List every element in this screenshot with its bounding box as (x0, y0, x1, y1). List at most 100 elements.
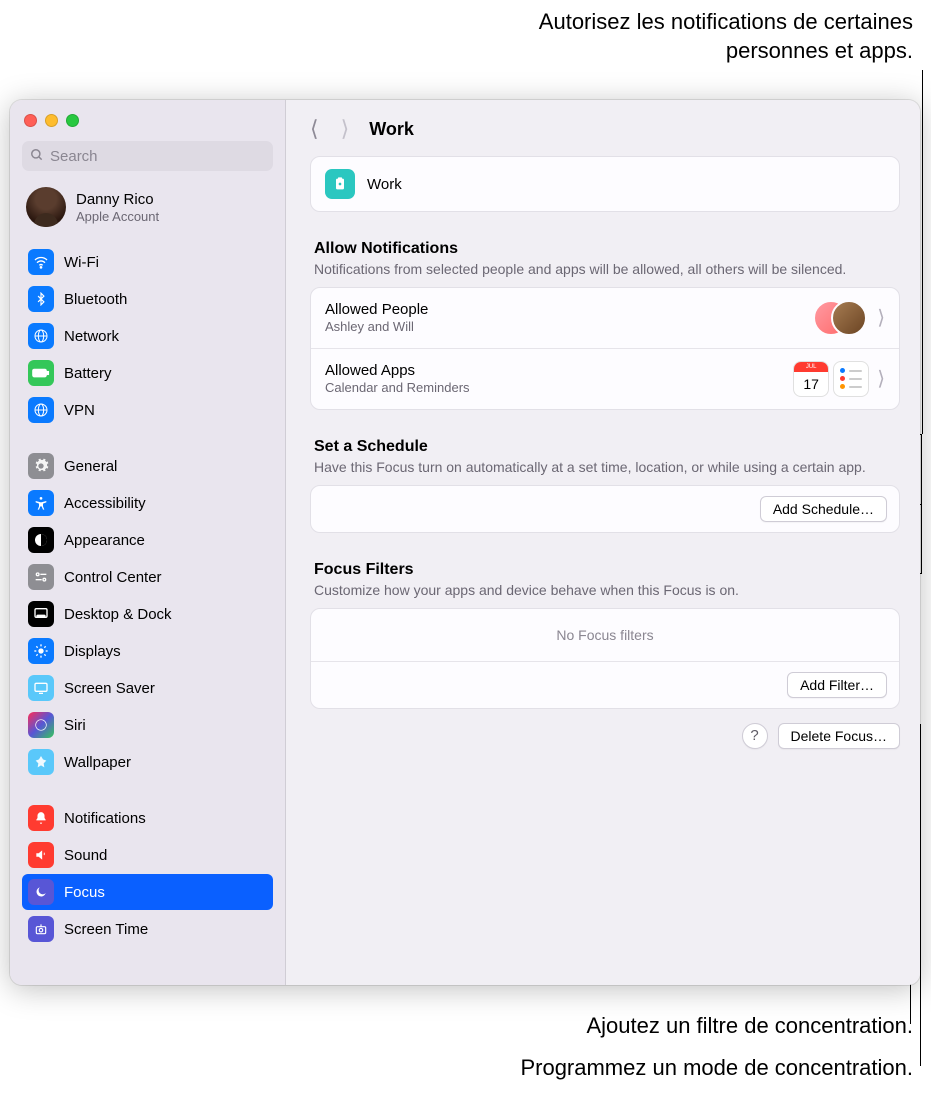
sidebar-item-battery[interactable]: Battery (22, 355, 273, 391)
allow-title: Allow Notifications (314, 240, 896, 258)
back-button[interactable]: ⟨ (310, 116, 319, 142)
allowed-apps-row[interactable]: Allowed Apps Calendar and Reminders JUL … (311, 349, 899, 409)
search-input[interactable]: Search (22, 141, 273, 171)
sidebar-item-displays[interactable]: Displays (22, 633, 273, 669)
sidebar-label: Network (64, 328, 119, 345)
calendar-icon: JUL 17 (793, 361, 829, 397)
schedule-desc: Have this Focus turn on automatically at… (314, 458, 896, 477)
header: ⟨ ⟩ Work (310, 112, 900, 142)
focus-icon (28, 879, 54, 905)
sidebar-item-control-center[interactable]: Control Center (22, 559, 273, 595)
allowed-apps-title: Allowed Apps (325, 362, 793, 379)
sidebar-label: Desktop & Dock (64, 606, 172, 623)
control-center-icon (28, 564, 54, 590)
sidebar-label: Focus (64, 884, 105, 901)
allowed-apps-subtitle: Calendar and Reminders (325, 380, 793, 395)
reminders-icon (833, 361, 869, 397)
sidebar-label: Screen Saver (64, 680, 155, 697)
settings-window: Search Danny Rico Apple Account Wi-Fi Bl… (10, 100, 920, 985)
footer-row: ? Delete Focus… (310, 723, 900, 749)
sidebar-item-desktop-dock[interactable]: Desktop & Dock (22, 596, 273, 632)
sidebar-item-notifications[interactable]: Notifications (22, 800, 273, 836)
battery-icon (28, 360, 54, 386)
zoom-button[interactable] (66, 114, 79, 127)
people-avatars (813, 300, 869, 336)
bluetooth-icon (28, 286, 54, 312)
sidebar-group-2: General Accessibility Appearance Control… (10, 445, 285, 783)
sidebar-group-3: Notifications Sound Focus Screen Time (10, 797, 285, 950)
sidebar-item-focus[interactable]: Focus (22, 874, 273, 910)
sidebar-item-screen-saver[interactable]: Screen Saver (22, 670, 273, 706)
wallpaper-icon (28, 749, 54, 775)
allowed-people-row[interactable]: Allowed People Ashley and Will ⟩ (311, 288, 899, 349)
sidebar-label: VPN (64, 402, 95, 419)
page-title: Work (369, 119, 414, 140)
sidebar-label: Sound (64, 847, 107, 864)
window-controls (10, 100, 285, 137)
sidebar-group-1: Wi-Fi Bluetooth Network Battery (10, 241, 285, 431)
profile-name: Danny Rico (76, 191, 159, 209)
content-pane: ⟨ ⟩ Work Work Allow Notifications Notifi… (286, 100, 920, 985)
allow-section-head: Allow Notifications Notifications from s… (314, 240, 896, 279)
schedule-card: Add Schedule… (310, 485, 900, 533)
focus-name: Work (367, 176, 402, 193)
add-schedule-button[interactable]: Add Schedule… (760, 496, 887, 522)
search-icon (30, 148, 44, 165)
siri-icon (28, 712, 54, 738)
sidebar-label: Appearance (64, 532, 145, 549)
sidebar-item-wifi[interactable]: Wi-Fi (22, 244, 273, 280)
forward-button[interactable]: ⟩ (341, 116, 350, 142)
sidebar-label: Battery (64, 365, 112, 382)
wifi-icon (28, 249, 54, 275)
chevron-right-icon: ⟩ (877, 366, 885, 391)
close-button[interactable] (24, 114, 37, 127)
sidebar: Search Danny Rico Apple Account Wi-Fi Bl… (10, 100, 286, 985)
sidebar-label: Wallpaper (64, 754, 131, 771)
callout-line-schedule-v (920, 724, 921, 1066)
sound-icon (28, 842, 54, 868)
sidebar-label: Control Center (64, 569, 162, 586)
allowed-people-subtitle: Ashley and Will (325, 319, 813, 334)
add-filter-button[interactable]: Add Filter… (787, 672, 887, 698)
schedule-title: Set a Schedule (314, 438, 896, 456)
profile-subtitle: Apple Account (76, 209, 159, 224)
delete-focus-button[interactable]: Delete Focus… (778, 723, 900, 749)
sidebar-label: Notifications (64, 810, 146, 827)
sidebar-item-general[interactable]: General (22, 448, 273, 484)
help-button[interactable]: ? (742, 723, 768, 749)
chevron-right-icon: ⟩ (877, 305, 885, 330)
callout-line-top (922, 70, 923, 434)
sidebar-item-accessibility[interactable]: Accessibility (22, 485, 273, 521)
sidebar-item-wallpaper[interactable]: Wallpaper (22, 744, 273, 780)
avatar-will (831, 300, 867, 336)
annotation-schedule: Programmez un mode de concentration. (363, 1054, 913, 1083)
sidebar-item-network[interactable]: Network (22, 318, 273, 354)
sidebar-item-bluetooth[interactable]: Bluetooth (22, 281, 273, 317)
network-icon (28, 323, 54, 349)
focus-name-card[interactable]: Work (310, 156, 900, 212)
filters-card: No Focus filters Add Filter… (310, 608, 900, 709)
sidebar-item-appearance[interactable]: Appearance (22, 522, 273, 558)
sidebar-item-sound[interactable]: Sound (22, 837, 273, 873)
app-icons: JUL 17 (793, 361, 869, 397)
sidebar-item-vpn[interactable]: VPN (22, 392, 273, 428)
gear-icon (28, 453, 54, 479)
screentime-icon (28, 916, 54, 942)
sidebar-item-siri[interactable]: Siri (22, 707, 273, 743)
filters-empty: No Focus filters (311, 609, 899, 661)
avatar (26, 187, 66, 227)
sidebar-label: Bluetooth (64, 291, 127, 308)
dock-icon (28, 601, 54, 627)
allow-desc: Notifications from selected people and a… (314, 260, 896, 279)
sidebar-label: Wi-Fi (64, 254, 99, 271)
profile-row[interactable]: Danny Rico Apple Account (10, 181, 285, 241)
sidebar-item-screen-time[interactable]: Screen Time (22, 911, 273, 947)
filters-desc: Customize how your apps and device behav… (314, 581, 896, 600)
schedule-section-head: Set a Schedule Have this Focus turn on a… (314, 438, 896, 477)
minimize-button[interactable] (45, 114, 58, 127)
annotation-top: Autorisez les notifications de certaines… (453, 8, 913, 65)
sidebar-label: Screen Time (64, 921, 148, 938)
sidebar-label: Siri (64, 717, 86, 734)
screensaver-icon (28, 675, 54, 701)
displays-icon (28, 638, 54, 664)
